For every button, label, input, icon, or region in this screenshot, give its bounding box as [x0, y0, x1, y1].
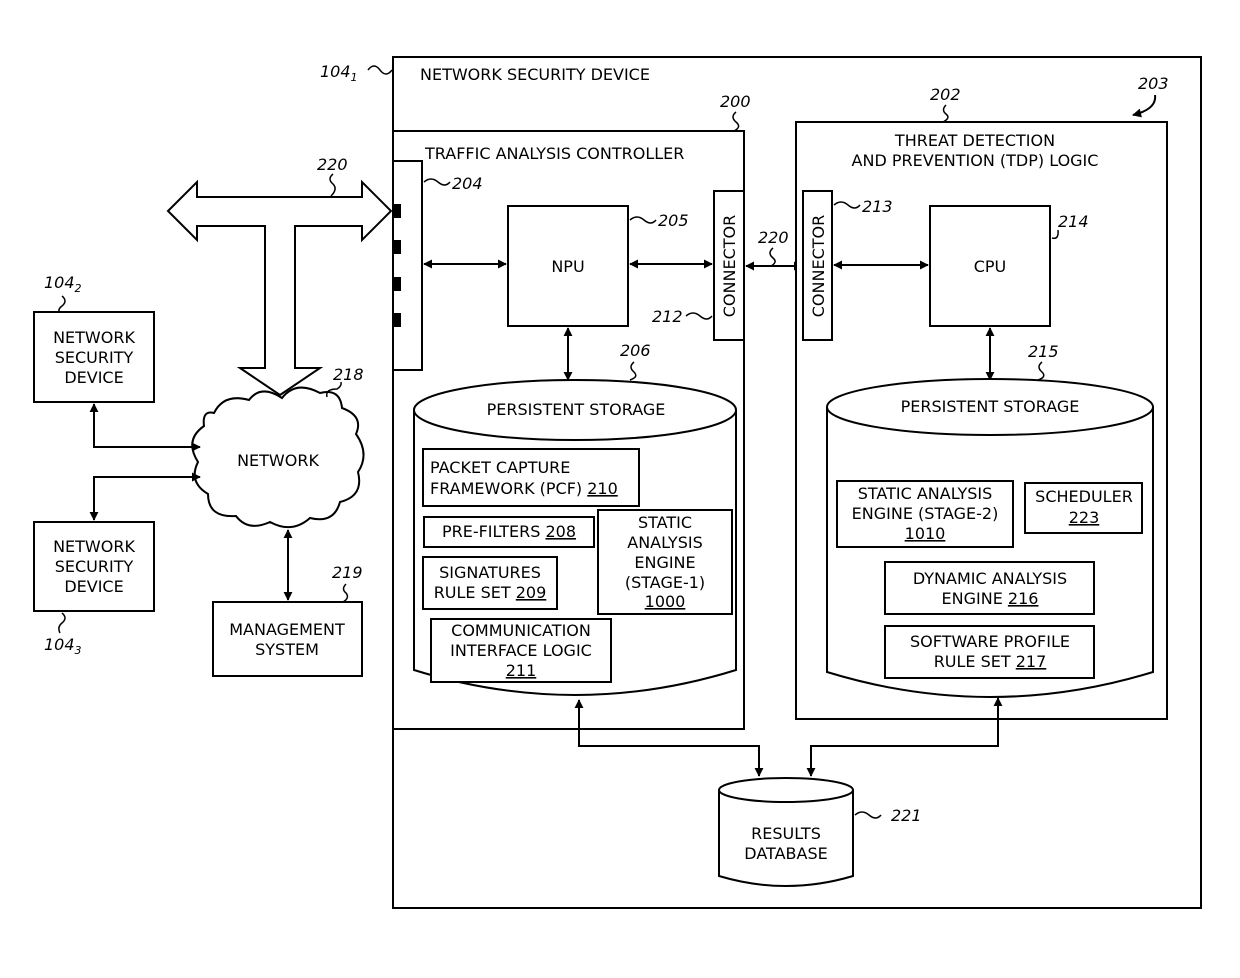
- connector-212-ref: 212: [652, 307, 683, 326]
- cpu-label: CPU: [974, 257, 1007, 276]
- comm-line2: INTERFACE LOGIC: [450, 641, 592, 660]
- management-box: [212, 601, 363, 677]
- network-security-device-3: NETWORK SECURITY DEVICE 1043: [33, 521, 155, 657]
- tdp-logic: THREAT DETECTION AND PREVENTION (TDP) LO…: [795, 74, 1169, 720]
- tdp-group-ref: 203: [1138, 74, 1169, 93]
- device2-line3: DEVICE: [64, 368, 123, 387]
- static1-line2: ANALYSIS: [627, 533, 702, 552]
- profile-line1: SOFTWARE PROFILE: [910, 632, 1070, 651]
- npu-ref: 205: [658, 211, 689, 230]
- tdp-line1: THREAT DETECTION: [894, 131, 1055, 150]
- storage-215-label: PERSISTENT STORAGE: [901, 397, 1080, 416]
- static1-num: 1000: [645, 592, 686, 611]
- static1-line1: STATIC: [638, 513, 692, 532]
- comm-num: 211: [506, 661, 537, 680]
- results-db-line2: DATABASE: [744, 844, 827, 863]
- device3-line1: NETWORK: [53, 537, 135, 556]
- static1-line3: ENGINE: [634, 553, 695, 572]
- port-icon: [393, 204, 401, 218]
- device3-line2: SECURITY: [55, 557, 134, 576]
- bus-arrow-220: 220: [166, 155, 393, 397]
- device2-line2: SECURITY: [55, 348, 134, 367]
- ref-leader: [58, 612, 66, 634]
- persistent-storage-215: PERSISTENT STORAGE 215 STATIC ANALYSIS E…: [826, 342, 1154, 698]
- port-icon: [393, 240, 401, 254]
- comm-line1: COMMUNICATION: [451, 621, 591, 640]
- persistent-storage-206: PERSISTENT STORAGE 206 PACKET CAPTURE FR…: [413, 341, 737, 696]
- results-db-ref: 221: [891, 806, 922, 825]
- port-icon: [393, 313, 401, 327]
- port-icon: [393, 277, 401, 291]
- main-device-ref: 1041: [320, 62, 358, 84]
- device3-ref: 1043: [44, 635, 82, 657]
- device2-line1: NETWORK: [53, 328, 135, 347]
- npu-label: NPU: [551, 257, 584, 276]
- storage-206-label: PERSISTENT STORAGE: [487, 400, 666, 419]
- storage-215-ref: 215: [1028, 342, 1059, 361]
- network-ref: 218: [333, 365, 364, 384]
- storage-206-ref: 206: [620, 341, 651, 360]
- ref-leader: [58, 295, 66, 313]
- signatures-line2: RULE SET 209: [434, 583, 547, 602]
- controller-ref: 200: [720, 92, 751, 111]
- scheduler-line1: SCHEDULER: [1035, 487, 1133, 506]
- bus-ref: 220: [317, 155, 348, 174]
- pcf-line2: FRAMEWORK (PCF) 210: [430, 479, 618, 498]
- network-security-device-2: NETWORK SECURITY DEVICE 1042: [33, 273, 155, 403]
- management-ref: 219: [332, 563, 363, 582]
- device2-network-arrow: [89, 403, 201, 452]
- prefilters-label: PRE-FILTERS 208: [442, 522, 576, 541]
- pcf-line1: PACKET CAPTURE: [430, 458, 570, 477]
- interface-ref: 204: [452, 174, 483, 193]
- connector-212-label: CONNECTOR: [720, 215, 739, 317]
- tdp-ref: 202: [930, 85, 961, 104]
- static2-num: 1010: [905, 524, 946, 543]
- main-device-label: NETWORK SECURITY DEVICE: [420, 65, 650, 84]
- network-label: NETWORK: [237, 451, 319, 470]
- cpu-ref: 214: [1058, 212, 1089, 231]
- db-cylinder-top: [718, 777, 854, 803]
- signatures-line1: SIGNATURES: [439, 563, 541, 582]
- management-line2: SYSTEM: [255, 640, 319, 659]
- ref-leader: [342, 583, 349, 603]
- ref-leader: [367, 65, 393, 75]
- network-interface: [392, 160, 423, 371]
- connector-213-label: CONNECTOR: [809, 215, 828, 317]
- profile-line2: RULE SET 217: [934, 652, 1047, 671]
- device3-network-arrow: [89, 472, 201, 521]
- dynamic-line1: DYNAMIC ANALYSIS: [913, 569, 1067, 588]
- static1-line4: (STAGE-1): [625, 573, 705, 592]
- management-line1: MANAGEMENT: [229, 620, 345, 639]
- static2-line2: ENGINE (STAGE-2): [852, 504, 999, 523]
- controller-label: TRAFFIC ANALYSIS CONTROLLER: [424, 144, 684, 163]
- tdp-line2: AND PREVENTION (TDP) LOGIC: [852, 151, 1099, 170]
- device3-line3: DEVICE: [64, 577, 123, 596]
- bus-t-arrow: [166, 179, 393, 397]
- results-db-line1: RESULTS: [751, 824, 821, 843]
- scheduler-num: 223: [1069, 508, 1100, 527]
- architecture-diagram: NETWORK SECURITY DEVICE 1041 TRAFFIC ANA…: [33, 56, 1202, 909]
- dynamic-line2: ENGINE 216: [942, 589, 1039, 608]
- ref-leader: [329, 173, 336, 197]
- connector-link-ref: 220: [758, 228, 789, 247]
- device2-ref: 1042: [44, 273, 82, 295]
- static2-line1: STATIC ANALYSIS: [858, 484, 993, 503]
- connector-213-ref: 213: [862, 197, 893, 216]
- traffic-analysis-controller: TRAFFIC ANALYSIS CONTROLLER 200 204 NPU …: [392, 92, 751, 730]
